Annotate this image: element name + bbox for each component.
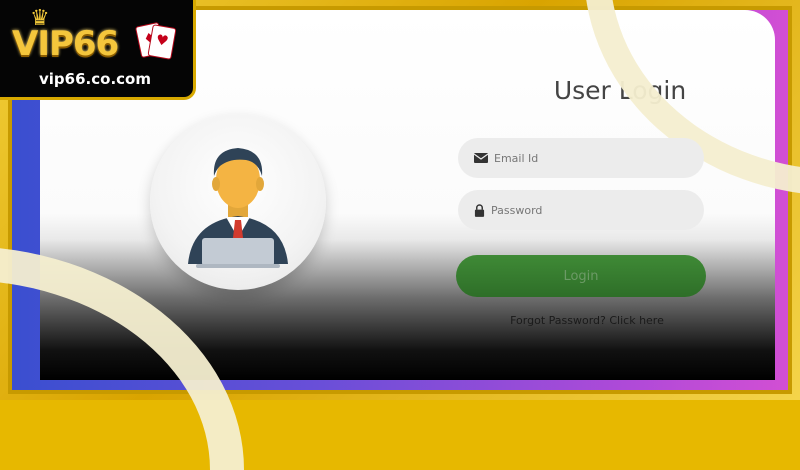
envelope-icon (474, 153, 488, 163)
lock-icon (474, 203, 485, 217)
email-placeholder: Email Id (494, 151, 539, 165)
user-avatar-icon (188, 148, 288, 268)
vip66-logo[interactable]: ♛ VIP66 ♦ ♥ vip66.co.com (0, 0, 196, 100)
playing-cards-icon: ♦ ♥ (134, 21, 177, 62)
logo-url: vip66.co.com (39, 70, 151, 88)
email-field[interactable]: Email Id (458, 138, 704, 178)
forgot-password-link[interactable]: Forgot Password? Click here (482, 314, 692, 327)
logo-text: VIP66 (12, 24, 119, 64)
password-field[interactable]: Password (458, 190, 704, 230)
password-placeholder: Password (491, 203, 543, 217)
login-button[interactable]: Login (456, 255, 706, 297)
user-avatar (150, 114, 326, 290)
login-button-label: Login (563, 268, 599, 284)
